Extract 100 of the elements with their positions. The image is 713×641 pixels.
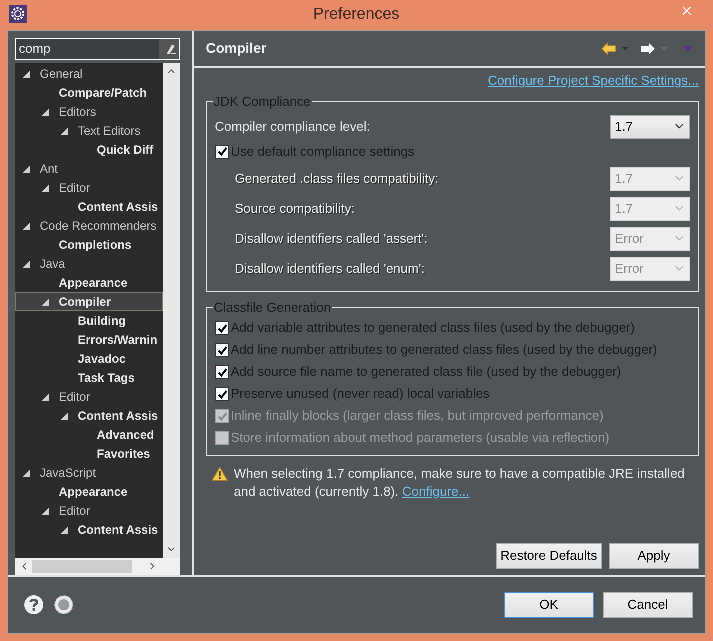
window-title: Preferences — [313, 5, 400, 25]
tree-item[interactable]: Favorites — [15, 444, 163, 463]
checkbox[interactable] — [215, 365, 229, 379]
checkbox-label: Add source file name to generated class file (used by the debugger) — [231, 363, 622, 382]
tree-item[interactable]: Content Assis — [15, 406, 163, 425]
tree-item[interactable]: General — [15, 64, 163, 83]
tree-item[interactable]: Text Editors — [15, 121, 163, 140]
expanded-triangle-icon[interactable] — [23, 223, 30, 230]
tree-item[interactable]: Compiler — [15, 292, 163, 311]
expanded-triangle-icon[interactable] — [42, 185, 49, 192]
expanded-triangle-icon[interactable] — [42, 109, 49, 116]
expanded-triangle-icon[interactable] — [23, 470, 30, 477]
tree-label: Javadoc — [78, 352, 126, 364]
tree-item[interactable]: Content Assis — [15, 197, 163, 216]
tree-item[interactable]: Java — [15, 254, 163, 273]
tree-label: Code Recommenders — [40, 220, 157, 232]
tree-label: Quick Diff — [97, 144, 154, 156]
tree-item[interactable]: Editors — [15, 102, 163, 121]
tree-label: Content Assis — [78, 410, 158, 422]
expanded-triangle-icon[interactable] — [61, 527, 68, 534]
field-label: Disallow identifiers called 'enum': — [235, 260, 425, 278]
tree-item[interactable]: JavaScript — [15, 463, 163, 482]
button[interactable]: Apply — [609, 543, 699, 569]
tree-item[interactable]: Content Assis — [15, 520, 163, 539]
horizontal-scrollbar[interactable] — [15, 558, 180, 575]
checkbox[interactable] — [215, 343, 229, 357]
tree-item[interactable]: Compare/Patch — [15, 83, 163, 102]
checkbox-label: Preserve unused (never read) local variables — [231, 385, 490, 404]
tree-label: Text Editors — [78, 124, 141, 136]
record-icon[interactable] — [54, 595, 74, 615]
checkbox-label: Add variable attributes to generated class files (used by the debugger) — [231, 319, 635, 338]
app-icon — [9, 5, 27, 23]
tree-label: Completions — [59, 238, 132, 250]
expanded-triangle-icon[interactable] — [61, 128, 68, 135]
group-title: JDK Compliance — [213, 93, 312, 111]
checkbox[interactable] — [215, 321, 229, 335]
page-title: Compiler — [206, 39, 267, 58]
dropdown[interactable]: 1.7 — [610, 114, 690, 138]
filter-field[interactable]: comp — [15, 38, 180, 60]
checkbox-label: Use default compliance settings — [231, 142, 415, 161]
tree-label: Java — [40, 258, 66, 270]
tree-item[interactable]: Appearance — [15, 273, 163, 292]
tree-item[interactable]: Completions — [15, 235, 163, 254]
tree-item[interactable]: Ant — [15, 159, 163, 178]
warning-message: When selecting 1.7 compliance, make sure to have a compatible JRE installed and activated (currently 1.8). Configure... — [234, 465, 686, 501]
back-arrow-icon[interactable] — [601, 42, 617, 56]
expanded-triangle-icon[interactable] — [23, 166, 30, 173]
tree-label: Editor — [59, 182, 90, 194]
button[interactable]: Restore Defaults — [496, 543, 602, 569]
tree-item[interactable]: Editor — [15, 387, 163, 406]
tree-item[interactable]: Editor — [15, 501, 163, 520]
group-title: Classfile Generation — [213, 298, 332, 316]
tree-item[interactable]: Advanced — [15, 425, 163, 444]
tree-label: Ant — [40, 162, 58, 174]
field-label: Compiler compliance level: — [215, 118, 370, 136]
button[interactable]: OK — [504, 592, 594, 618]
vertical-scrollbar[interactable] — [163, 63, 180, 558]
tree-item[interactable]: Code Recommenders — [15, 216, 163, 235]
expanded-triangle-icon[interactable] — [23, 261, 30, 268]
tree-label: Task Tags — [78, 372, 135, 384]
tree-item[interactable]: Building — [15, 311, 163, 330]
tree-label: Advanced — [97, 428, 154, 440]
tree-label: Appearance — [59, 276, 128, 288]
tree-item[interactable]: Task Tags — [15, 368, 163, 387]
expanded-triangle-icon[interactable] — [61, 413, 68, 420]
tree-label: Appearance — [59, 486, 128, 498]
tree-label: JavaScript — [40, 466, 96, 478]
tree-item[interactable]: Javadoc — [15, 349, 163, 368]
tree-item[interactable]: Appearance — [15, 482, 163, 501]
configure-link[interactable]: Configure... — [402, 484, 470, 499]
expanded-triangle-icon[interactable] — [42, 394, 49, 401]
tree-label: Editor — [59, 504, 90, 516]
tree-label: Favorites — [97, 448, 150, 460]
tree-label: Compiler — [59, 296, 112, 308]
field-label: Generated .class files compatibility: — [235, 170, 439, 188]
checkbox-label: Store information about method parameters (usable via reflection) — [231, 429, 610, 448]
expanded-triangle-icon[interactable] — [23, 71, 30, 78]
tree-label: Editors — [59, 106, 96, 118]
tree-item[interactable]: Editor — [15, 178, 163, 197]
tree-item[interactable]: Errors/Warnin — [15, 330, 163, 349]
field-label: Source compatibility: — [235, 200, 355, 218]
help-icon[interactable] — [24, 595, 44, 615]
warning-icon — [212, 467, 228, 481]
button[interactable]: Cancel — [603, 592, 693, 618]
tree-label: Content Assis — [78, 200, 158, 212]
tree-label: Editor — [59, 390, 90, 402]
tree-label: Errors/Warnin — [78, 334, 158, 346]
checkbox[interactable] — [215, 387, 229, 401]
expanded-triangle-icon[interactable] — [42, 299, 49, 306]
tree-label: Content Assis — [78, 524, 158, 536]
forward-arrow-icon[interactable] — [640, 42, 656, 56]
tree-item[interactable]: Quick Diff — [15, 140, 163, 159]
checkbox[interactable] — [215, 144, 229, 158]
expanded-triangle-icon[interactable] — [42, 508, 49, 515]
tree-label: Building — [78, 314, 126, 326]
field-label: Disallow identifiers called 'assert': — [235, 230, 428, 248]
tree-label: Compare/Patch — [59, 86, 148, 98]
checkbox-label: Inline finally blocks (larger class files, but improved performance) — [231, 407, 604, 426]
project-settings-link[interactable]: Configure Project Specific Settings... — [488, 74, 699, 90]
checkbox-label: Add line number attributes to generated class files (used by the debugger) — [231, 341, 658, 360]
